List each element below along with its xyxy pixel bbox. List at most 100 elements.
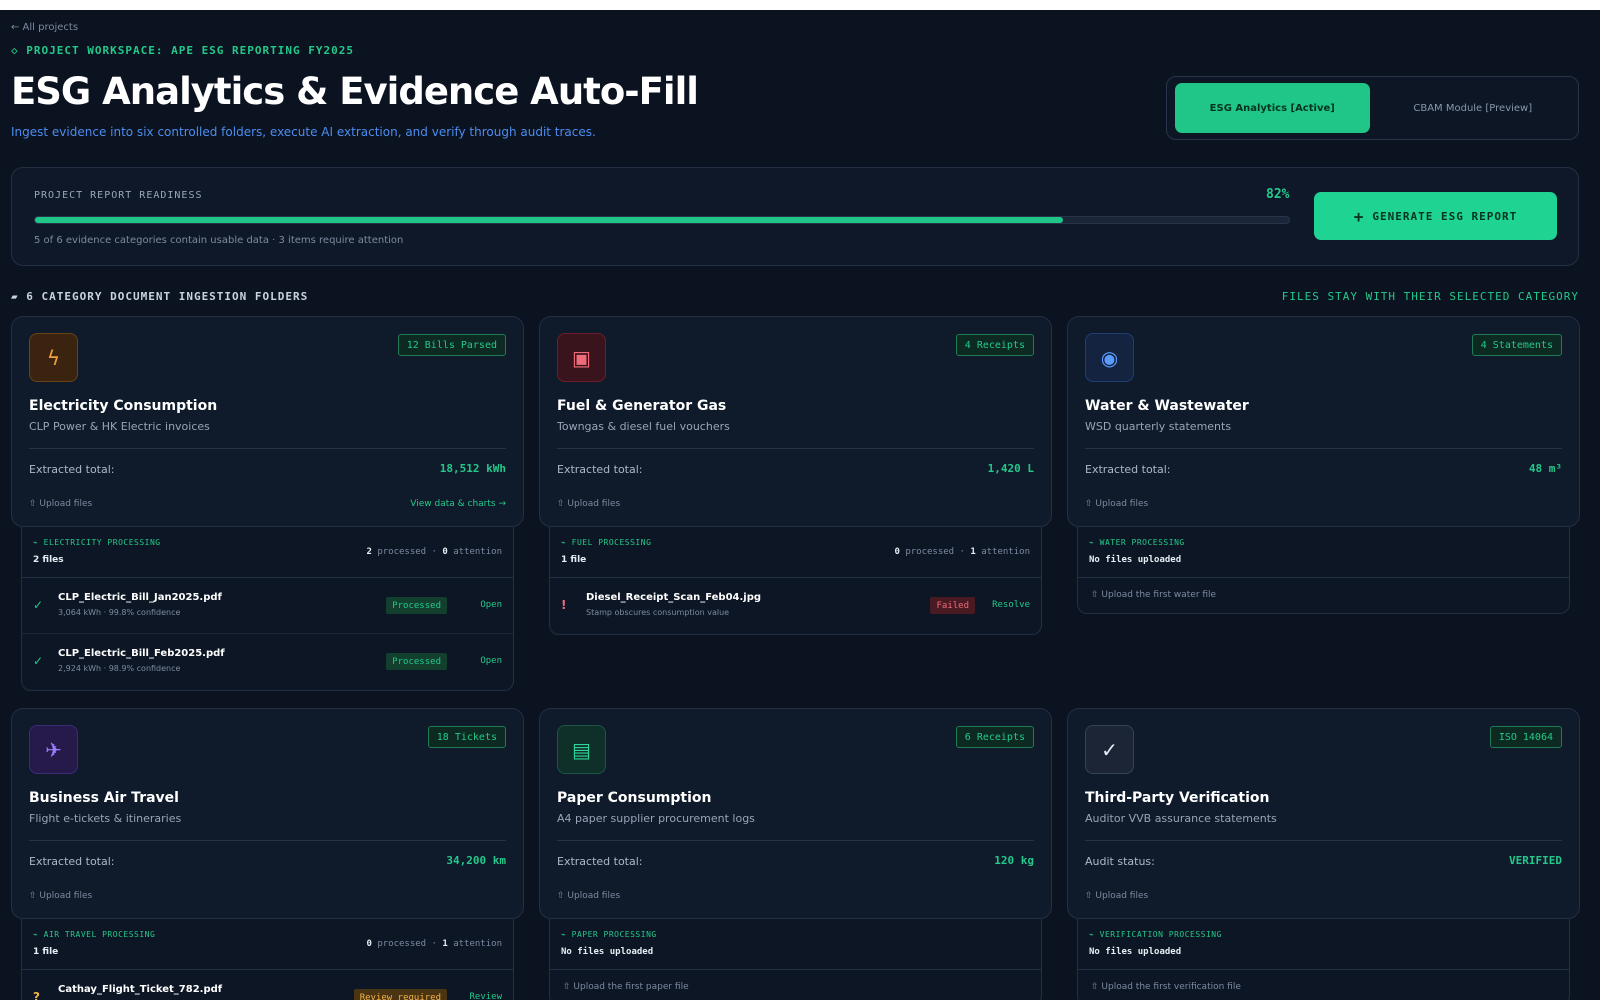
- question-icon: ?: [33, 990, 40, 1000]
- card-divider: [557, 448, 1034, 449]
- card-divider: [29, 448, 506, 449]
- check-icon: ✓: [33, 654, 44, 668]
- fuel-pump-icon: ▣: [557, 333, 606, 382]
- category-badge: ISO 14064: [1489, 726, 1562, 748]
- processing-stats: 0 processed · 1 attention: [366, 939, 502, 949]
- upload-first-file-label: ⇧ Upload the first paper file: [563, 982, 689, 992]
- page-subtitle: Ingest evidence into six controlled fold…: [11, 125, 596, 139]
- checkmark-icon: ✓: [1085, 725, 1134, 774]
- tab-cbam-module[interactable]: CBAM Module [Preview]: [1376, 83, 1571, 133]
- processing-header: ⌁ PAPER PROCESSING No files uploaded: [550, 919, 1041, 970]
- extracted-total-label: Extracted total:: [1085, 463, 1171, 476]
- processed-count: 0: [894, 547, 900, 557]
- no-files-label: No files uploaded: [1089, 555, 1182, 565]
- file-action-resolve[interactable]: Resolve: [992, 600, 1030, 610]
- processed-label: processed: [377, 547, 427, 557]
- processed-count: 0: [366, 939, 372, 949]
- category-description: A4 paper supplier procurement logs: [557, 812, 755, 825]
- processed-label: processed: [377, 939, 427, 949]
- processing-panel-business-air-travel: ⌁ AIR TRAVEL PROCESSING 1 file 0 processed…: [21, 919, 514, 1000]
- water-drop-icon: ◉: [1085, 333, 1134, 382]
- file-count: 1 file: [561, 555, 587, 565]
- check-icon: ✓: [33, 598, 44, 612]
- view-data-charts-link[interactable]: View data & charts →: [410, 499, 506, 509]
- upload-files-button[interactable]: ⇧ Upload files: [1085, 499, 1148, 509]
- processing-header: ⌁ VERIFICATION PROCESSING No files upload…: [1078, 919, 1569, 970]
- category-badge: 4 Statements: [1471, 334, 1562, 356]
- processing-header: ⌁ FUEL PROCESSING 1 file 0 processed · 1 a…: [550, 527, 1041, 578]
- file-count: 1 file: [33, 947, 59, 957]
- upload-files-button[interactable]: ⇧ Upload files: [29, 499, 92, 509]
- extracted-total-label: Extracted total:: [557, 855, 643, 868]
- file-name: Cathay_Flight_Ticket_782.pdf: [58, 984, 223, 995]
- page-title: ESG Analytics & Evidence Auto-Fill: [11, 70, 699, 113]
- category-card-business-air-travel: ✈ 18 Tickets Business Air Travel Flight e-t…: [11, 708, 524, 919]
- category-name: Water & Wastewater: [1085, 398, 1249, 414]
- file-name: CLP_Electric_Bill_Feb2025.pdf: [58, 648, 225, 659]
- processing-panel-fuel-generator-gas: ⌁ FUEL PROCESSING 1 file 0 processed · 1 a…: [549, 527, 1042, 635]
- back-to-projects-link[interactable]: ← All projects: [11, 22, 78, 33]
- upload-files-button[interactable]: ⇧ Upload files: [557, 499, 620, 509]
- processing-panel-paper-consumption: ⌁ PAPER PROCESSING No files uploaded ⇧ Upl…: [549, 919, 1042, 1000]
- lightning-icon: ϟ: [29, 333, 78, 382]
- file-action-review[interactable]: Review: [469, 992, 502, 1000]
- upload-first-file-label: ⇧ Upload the first verification file: [1091, 982, 1241, 992]
- category-badge: 18 Tickets: [427, 726, 506, 748]
- extracted-total-label: Audit status:: [1085, 855, 1155, 868]
- section-note: FILES STAY WITH THEIR SELECTED CATEGORY: [1281, 290, 1579, 303]
- upload-files-button[interactable]: ⇧ Upload files: [557, 891, 620, 901]
- file-action-open[interactable]: Open: [480, 656, 502, 666]
- upload-files-button[interactable]: ⇧ Upload files: [1085, 891, 1148, 901]
- category-name: Paper Consumption: [557, 790, 712, 806]
- no-files-label: No files uploaded: [561, 947, 654, 957]
- stats-separator: ·: [954, 547, 971, 557]
- extracted-total-value: 120 kg: [994, 854, 1034, 867]
- extracted-total-label: Extracted total:: [557, 463, 643, 476]
- processing-header: ⌁ AIR TRAVEL PROCESSING 1 file 0 processed…: [22, 919, 513, 970]
- file-row: ? Cathay_Flight_Ticket_782.pdf Review requ…: [22, 970, 513, 1000]
- no-files-label: No files uploaded: [1089, 947, 1182, 957]
- category-card-fuel-generator-gas: ▣ 4 Receipts Fuel & Generator Gas Towngas &…: [539, 316, 1052, 527]
- section-title: ▰ 6 CATEGORY DOCUMENT INGESTION FOLDERS: [11, 290, 309, 303]
- processing-title: ⌁ ELECTRICITY PROCESSING: [33, 538, 161, 547]
- module-switcher: ESG Analytics [Active] CBAM Module [Prev…: [1166, 76, 1579, 140]
- extracted-total-value: 1,420 L: [987, 462, 1034, 475]
- readiness-progress-bar: [34, 216, 1290, 224]
- processed-count: 2: [366, 547, 372, 557]
- file-status-badge: Processed: [386, 653, 447, 670]
- upload-first-file-button[interactable]: ⇧ Upload the first water file: [1078, 578, 1569, 613]
- file-name: CLP_Electric_Bill_Jan2025.pdf: [58, 592, 222, 603]
- extracted-total-label: Extracted total:: [29, 855, 115, 868]
- extracted-total-value: VERIFIED: [1509, 854, 1562, 867]
- attention-count: 1: [442, 939, 448, 949]
- extracted-total-value: 34,200 km: [446, 854, 506, 867]
- processing-title: ⌁ WATER PROCESSING: [1089, 538, 1185, 547]
- category-name: Fuel & Generator Gas: [557, 398, 727, 414]
- processing-title: ⌁ FUEL PROCESSING: [561, 538, 652, 547]
- upload-first-file-label: ⇧ Upload the first water file: [1091, 590, 1217, 600]
- readiness-label: PROJECT REPORT READINESS: [34, 190, 203, 201]
- generate-esg-report-button[interactable]: + GENERATE ESG REPORT: [1314, 192, 1557, 240]
- processing-title: ⌁ PAPER PROCESSING: [561, 930, 657, 939]
- processing-panel-water-wastewater: ⌁ WATER PROCESSING No files uploaded ⇧ Upl…: [1077, 527, 1570, 614]
- category-card-third-party-verification: ✓ ISO 14064 Third-Party Verification Audito…: [1067, 708, 1580, 919]
- file-meta: Stamp obscures consumption value: [586, 608, 730, 617]
- processing-panel-third-party-verification: ⌁ VERIFICATION PROCESSING No files upload…: [1077, 919, 1570, 1000]
- generate-button-label: GENERATE ESG REPORT: [1372, 209, 1518, 223]
- category-card-paper-consumption: ▤ 6 Receipts Paper Consumption A4 paper sup…: [539, 708, 1052, 919]
- upload-first-file-button[interactable]: ⇧ Upload the first paper file: [550, 970, 1041, 1000]
- report-readiness-panel: PROJECT REPORT READINESS 82% 5 of 6 evid…: [11, 167, 1579, 266]
- upload-first-file-button[interactable]: ⇧ Upload the first verification file: [1078, 970, 1569, 1000]
- tab-esg-analytics[interactable]: ESG Analytics [Active]: [1175, 83, 1370, 133]
- readiness-progress-fill: [35, 217, 1064, 223]
- top-strip: [0, 0, 1600, 10]
- file-name: Diesel_Receipt_Scan_Feb04.jpg: [586, 592, 762, 603]
- category-name: Electricity Consumption: [29, 398, 218, 414]
- processing-panel-electricity-consumption: ⌁ ELECTRICITY PROCESSING 2 files 2 process…: [21, 527, 514, 691]
- file-action-open[interactable]: Open: [480, 600, 502, 610]
- category-description: WSD quarterly statements: [1085, 420, 1232, 433]
- category-description: Flight e-tickets & itineraries: [29, 812, 182, 825]
- plus-icon: +: [1353, 206, 1365, 226]
- category-card-electricity-consumption: ϟ 12 Bills Parsed Electricity Consumption C…: [11, 316, 524, 527]
- upload-files-button[interactable]: ⇧ Upload files: [29, 891, 92, 901]
